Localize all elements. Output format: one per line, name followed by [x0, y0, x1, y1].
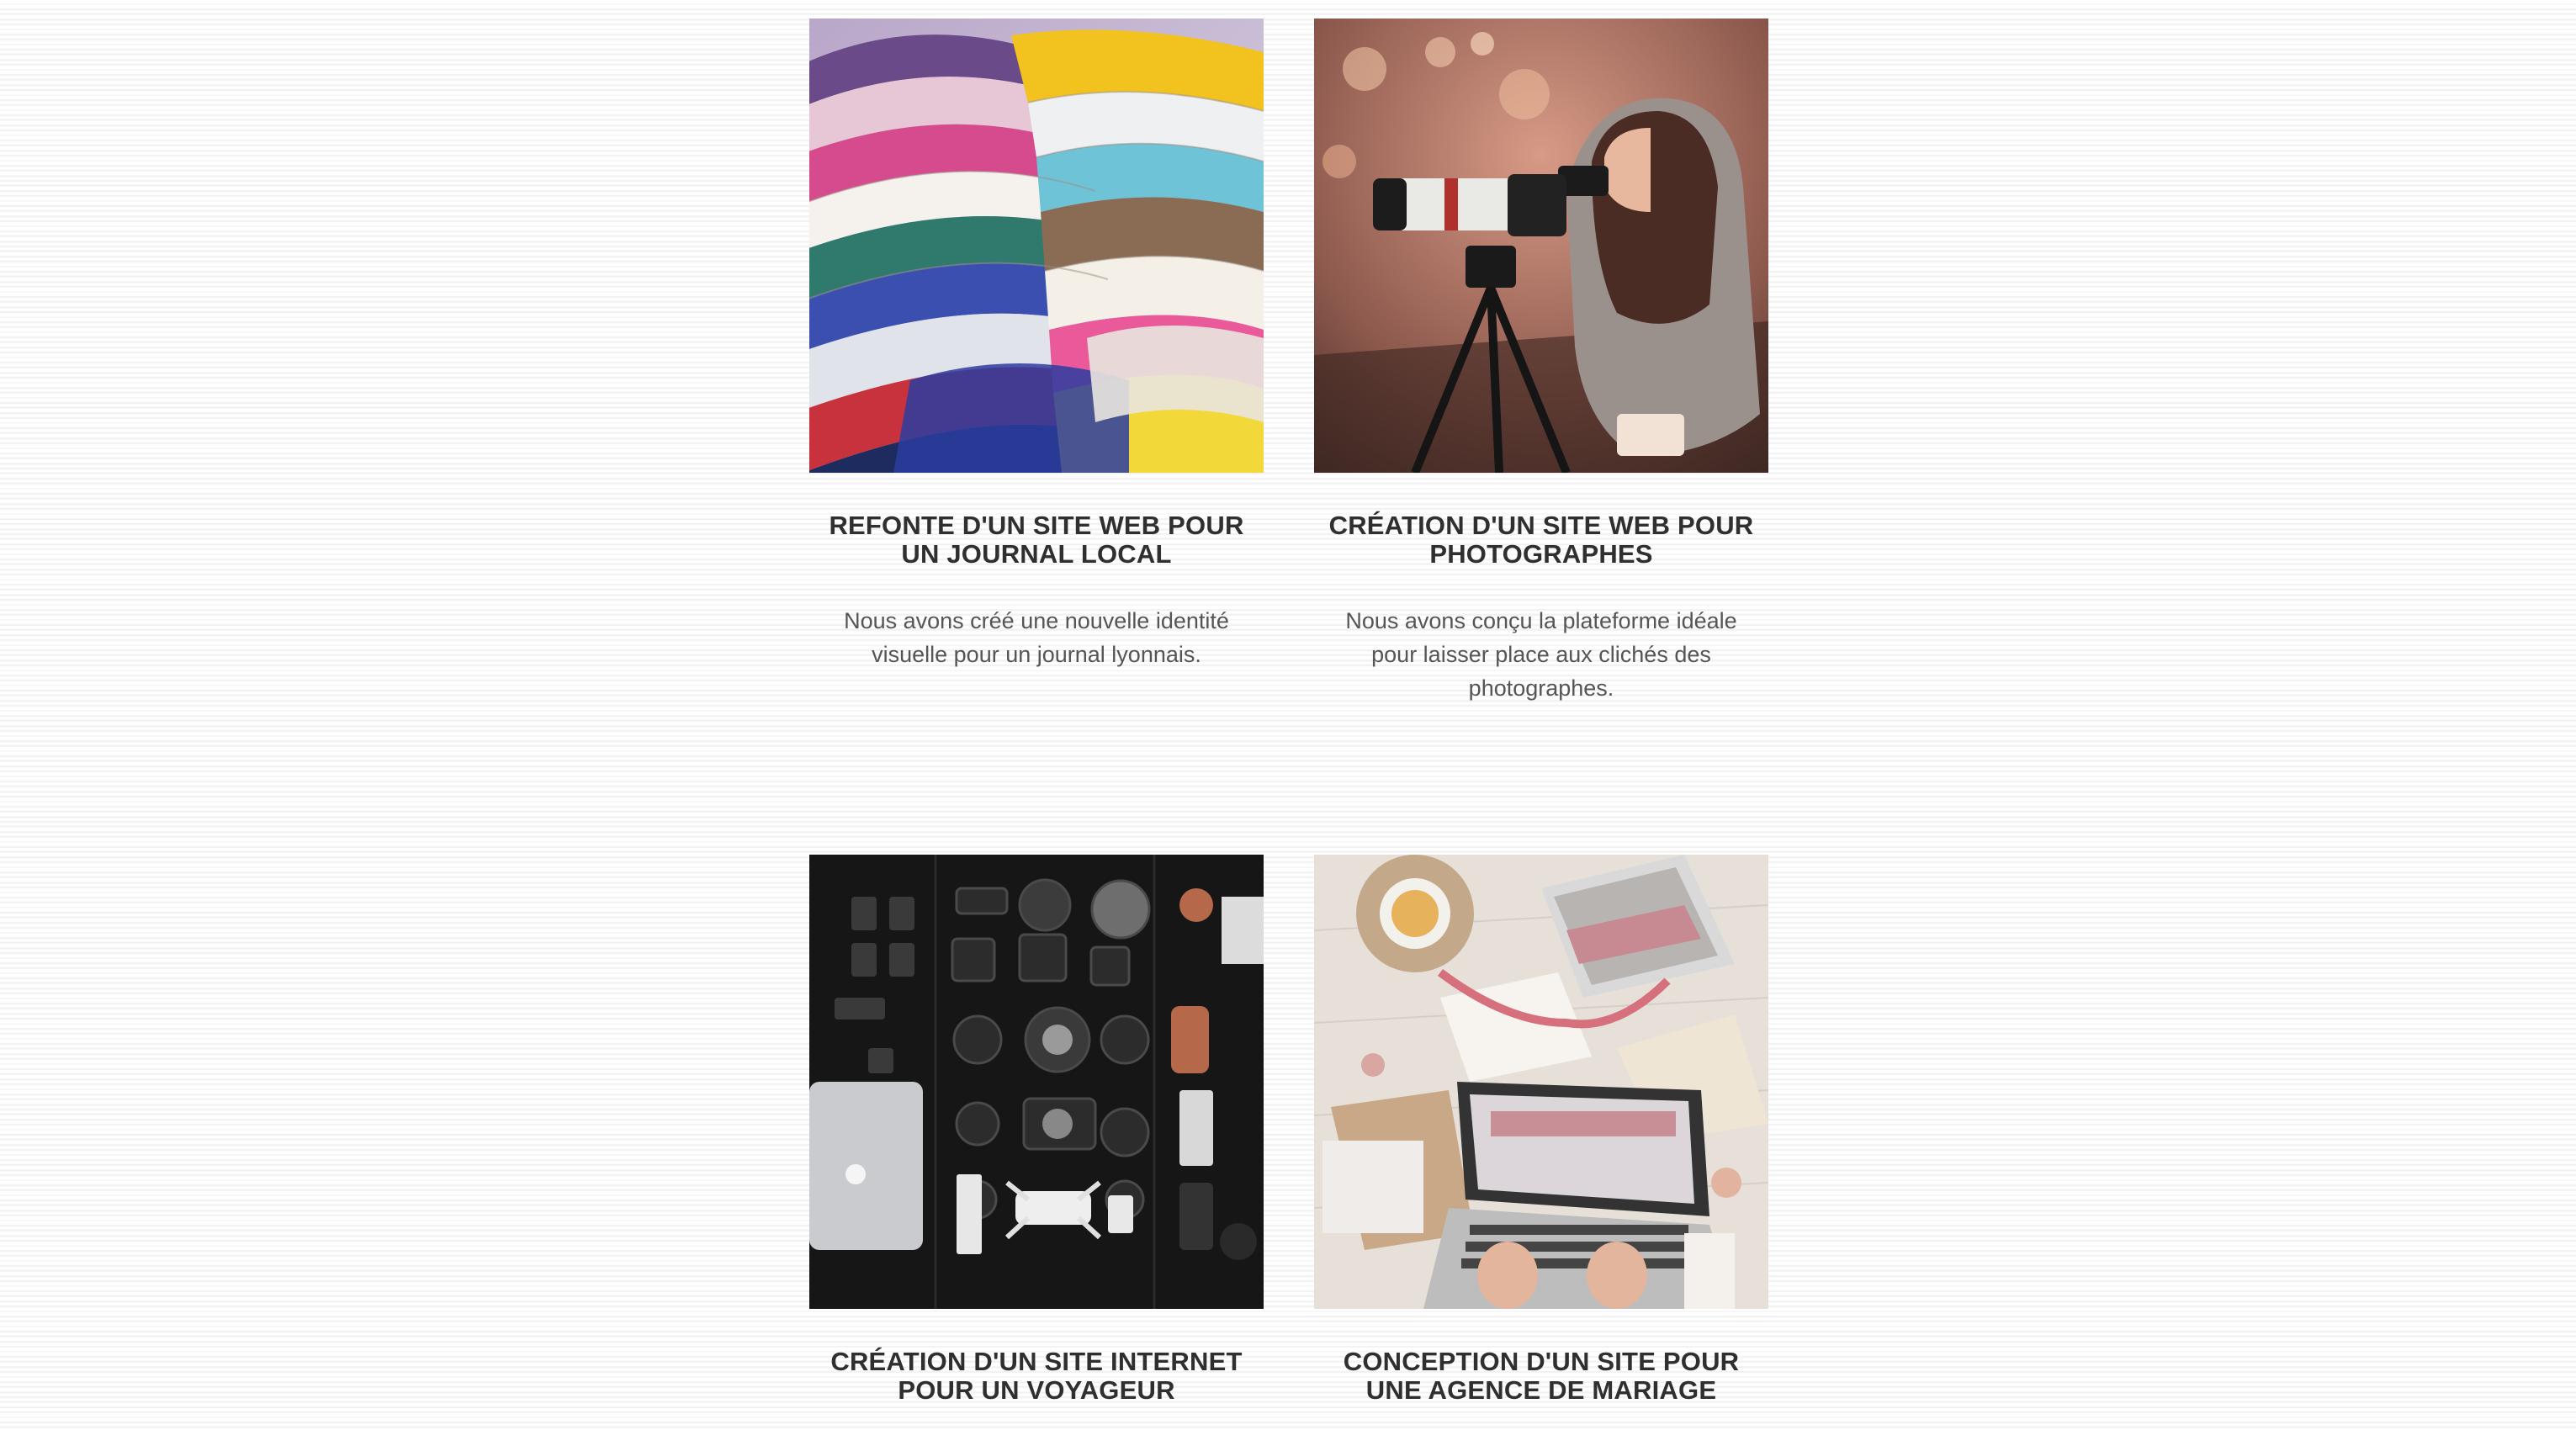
portfolio-card-wedding-agency[interactable]: CONCEPTION D'UN SITE POUR UNE AGENCE DE … [1314, 855, 1768, 1430]
portfolio-image-laptop-desk[interactable] [1314, 855, 1768, 1309]
portfolio-image-magazines[interactable] [809, 19, 1264, 473]
portfolio-card-title[interactable]: REFONTE D'UN SITE WEB POUR UN JOURNAL LO… [809, 511, 1264, 569]
portfolio-card-traveler[interactable]: CRÉATION D'UN SITE INTERNET POUR UN VOYA… [809, 855, 1264, 1430]
portfolio-image-photographer[interactable] [1314, 19, 1768, 473]
portfolio-card-title[interactable]: CRÉATION D'UN SITE INTERNET POUR UN VOYA… [809, 1348, 1264, 1405]
portfolio-card-title[interactable]: CRÉATION D'UN SITE WEB POUR PHOTOGRAPHES [1314, 511, 1768, 569]
portfolio-card-title[interactable]: CONCEPTION D'UN SITE POUR UNE AGENCE DE … [1314, 1348, 1768, 1405]
portfolio-card-journal[interactable]: REFONTE D'UN SITE WEB POUR UN JOURNAL LO… [809, 19, 1264, 671]
portfolio-grid: REFONTE D'UN SITE WEB POUR UN JOURNAL LO… [809, 19, 1768, 1430]
portfolio-card-description: Nous avons créé une nouvelle identité vi… [844, 608, 1229, 667]
portfolio-image-camera-gear[interactable] [809, 855, 1264, 1309]
portfolio-card-description: Nous avons conçu la plateforme idéale po… [1345, 608, 1737, 701]
portfolio-card-photographers[interactable]: CRÉATION D'UN SITE WEB POUR PHOTOGRAPHES… [1314, 19, 1768, 705]
